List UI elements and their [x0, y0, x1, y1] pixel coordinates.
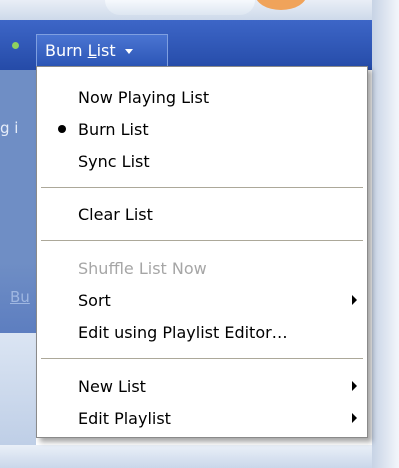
menu-item-sort[interactable]: Sort: [37, 284, 367, 316]
menu-item-now-playing-list[interactable]: Now Playing List: [37, 81, 367, 113]
menu-item-edit-playlist[interactable]: Edit Playlist: [37, 402, 367, 434]
menu-separator: [41, 358, 363, 360]
submenu-arrow-icon: [352, 295, 357, 305]
menu-separator: [41, 187, 363, 189]
background-partial-text: g i: [0, 119, 19, 137]
menu-item-clear-list[interactable]: Clear List: [37, 198, 367, 230]
menu-item-shuffle-list-now: Shuffle List Now: [78, 258, 207, 278]
menu-item-new-list[interactable]: New List: [37, 370, 367, 402]
chevron-down-icon: [124, 49, 133, 54]
background-partial-link[interactable]: Bu: [10, 288, 30, 306]
menu-separator: [41, 240, 363, 242]
menu-item-sync-list[interactable]: Sync List: [37, 145, 367, 177]
list-options-menu: Now Playing List Burn List Sync List Cle…: [36, 66, 368, 438]
bottom-band: [0, 445, 372, 468]
status-dot-icon: [12, 42, 19, 49]
menu-item-burn-list[interactable]: Burn List: [37, 113, 367, 145]
burn-list-button[interactable]: Burn List: [36, 34, 168, 66]
submenu-arrow-icon: [352, 413, 357, 423]
radio-bullet-icon: [58, 125, 66, 133]
submenu-arrow-icon: [352, 381, 357, 391]
right-edge: [372, 0, 399, 468]
burn-list-label: Burn List: [45, 41, 116, 60]
header-decoration: [105, 0, 255, 15]
menu-item-edit-using-playlist-editor[interactable]: Edit using Playlist Editor…: [37, 316, 367, 348]
